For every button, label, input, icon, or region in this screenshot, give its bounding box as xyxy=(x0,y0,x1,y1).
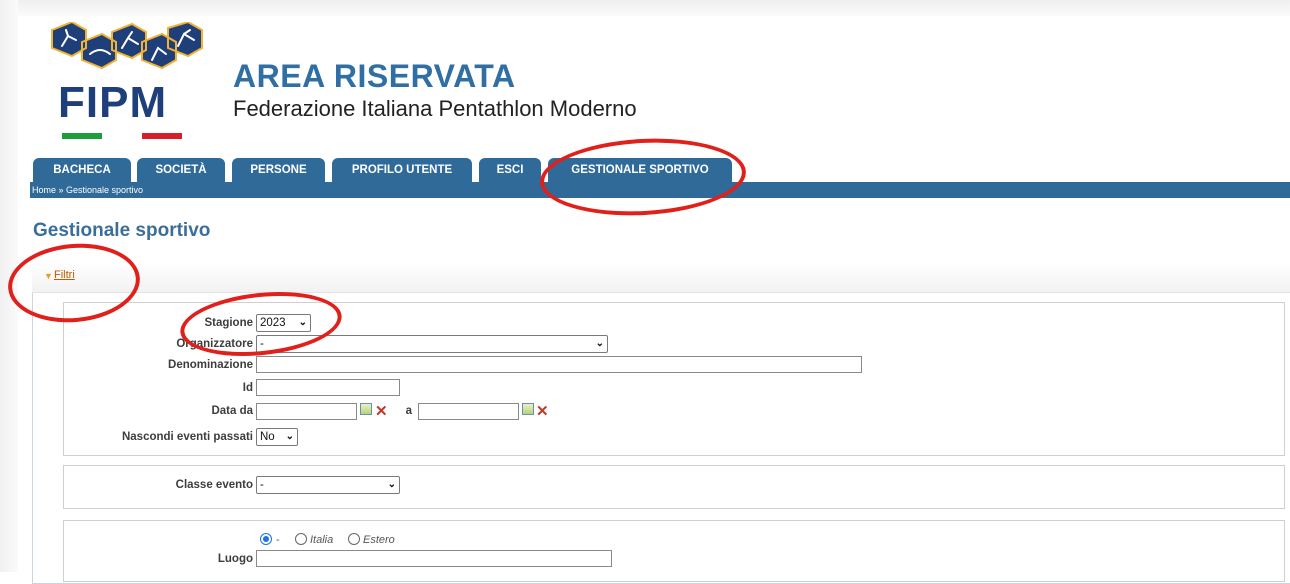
radio-luogo-estero[interactable] xyxy=(348,533,360,545)
page: FIPM AREA RISERVATA Federazione Italiana… xyxy=(0,0,1290,584)
filters-fieldset-luogo xyxy=(63,520,1285,582)
classe-evento-select[interactable]: - ⌄ xyxy=(256,476,400,494)
nav-bar xyxy=(30,182,1290,198)
left-shade xyxy=(0,0,18,572)
clear-x-icon[interactable]: ✕ xyxy=(375,404,388,419)
organizzatore-value: - xyxy=(260,338,264,350)
calendar-icon[interactable] xyxy=(522,403,534,415)
data-a-input[interactable] xyxy=(418,403,519,420)
app-subtitle: Federazione Italiana Pentathlon Moderno xyxy=(233,96,637,121)
stagione-label: Stagione xyxy=(204,317,253,329)
tab-profilo-utente[interactable]: PROFILO UTENTE xyxy=(332,158,472,182)
radio-luogo-any[interactable] xyxy=(260,533,272,545)
filters-header xyxy=(32,262,1290,293)
organizzatore-label: Organizzatore xyxy=(176,338,253,350)
breadcrumb[interactable]: Home » Gestionale sportivo xyxy=(32,185,143,196)
radio-luogo-italia-label: Italia xyxy=(310,534,334,546)
stagione-select[interactable]: 2023 ⌄ xyxy=(256,314,311,332)
tab-esci[interactable]: ESCI xyxy=(479,158,541,182)
calendar-icon[interactable] xyxy=(360,403,372,415)
filters-toggle-link[interactable]: Filtri xyxy=(54,269,75,281)
tab-persone[interactable]: PERSONE xyxy=(232,158,325,182)
logo-text: FIPM xyxy=(58,78,168,127)
radio-luogo-estero-label: Estero xyxy=(363,534,395,546)
app-title: AREA RISERVATA xyxy=(233,58,516,94)
denominazione-input[interactable] xyxy=(256,356,862,373)
chevron-down-icon: ⌄ xyxy=(595,338,604,349)
radio-luogo-italia[interactable] xyxy=(295,533,307,545)
luogo-input[interactable] xyxy=(256,550,612,567)
id-label: Id xyxy=(242,382,253,394)
nascondi-value: No xyxy=(260,431,275,443)
nascondi-label: Nascondi eventi passati xyxy=(121,431,253,443)
denominazione-label: Denominazione xyxy=(168,359,253,371)
id-input[interactable] xyxy=(256,379,400,396)
clear-x-icon[interactable]: ✕ xyxy=(536,404,549,419)
organizzatore-select[interactable]: - ⌄ xyxy=(256,335,608,353)
tab-gestionale-sportivo[interactable]: GESTIONALE SPORTIVO xyxy=(548,158,732,182)
data-da-input[interactable] xyxy=(256,403,357,420)
chevron-down-icon: ⌄ xyxy=(387,479,396,490)
top-shade xyxy=(0,0,1290,16)
classe-evento-value: - xyxy=(260,479,264,491)
data-da-label: Data da xyxy=(211,405,253,417)
radio-luogo-any-label: - xyxy=(276,534,280,546)
luogo-label: Luogo xyxy=(217,553,253,565)
tab-bacheca[interactable]: BACHECA xyxy=(33,158,131,182)
italian-flag-stripe xyxy=(62,126,182,139)
tab-societa[interactable]: SOCIETÀ xyxy=(137,158,225,182)
data-a-label: a xyxy=(405,405,412,417)
stagione-value: 2023 xyxy=(260,317,286,329)
chevron-down-icon: ⌄ xyxy=(298,317,307,328)
nascondi-select[interactable]: No ⌄ xyxy=(256,428,298,446)
page-title: Gestionale sportivo xyxy=(33,220,211,241)
caret-down-icon[interactable]: ▼ xyxy=(44,271,53,281)
chevron-down-icon: ⌄ xyxy=(285,431,294,442)
classe-evento-label: Classe evento xyxy=(175,479,253,491)
